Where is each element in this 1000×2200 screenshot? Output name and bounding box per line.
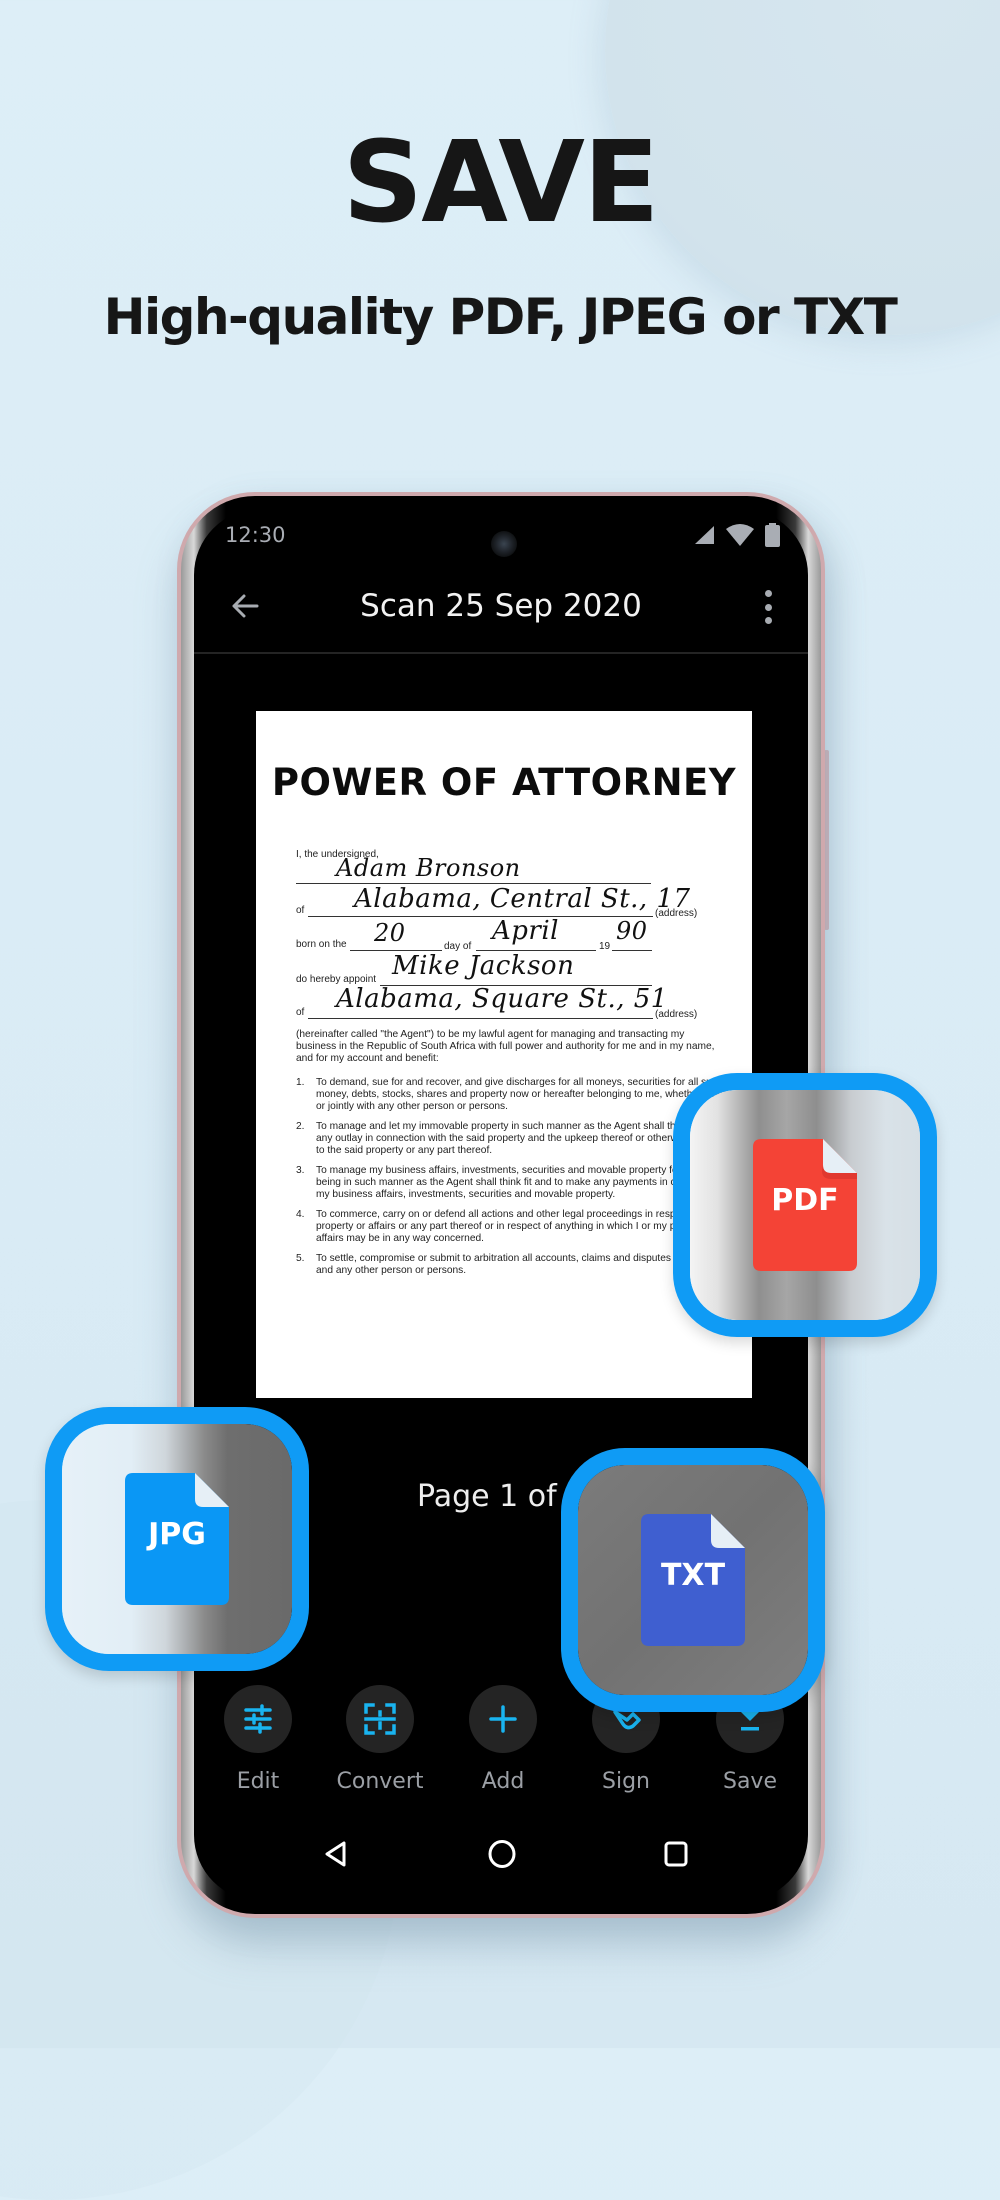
pdf-label: PDF	[771, 1183, 839, 1218]
doc-item-number: 4.	[296, 1209, 305, 1220]
edit-label: Edit	[236, 1769, 280, 1794]
txt-label: TXT	[660, 1558, 726, 1593]
front-camera	[491, 531, 517, 557]
edit-button[interactable]: Edit	[203, 1685, 313, 1794]
more-options-button[interactable]	[764, 590, 772, 624]
document-title: Scan 25 Sep 2020	[360, 588, 642, 624]
more-vertical-icon-dot	[764, 603, 772, 611]
doc-year-prefix: 19	[599, 941, 611, 952]
doc-of-label-2: of	[296, 1007, 305, 1018]
doc-line	[308, 916, 653, 917]
signal-icon	[695, 526, 714, 544]
save-label: Save	[722, 1769, 777, 1794]
plus-icon	[489, 1705, 517, 1733]
battery-icon	[765, 523, 780, 547]
subheadline: High-quality PDF, JPEG or TXT	[103, 288, 898, 346]
nav-recents-icon	[664, 1841, 688, 1867]
more-vertical-icon-dot	[764, 590, 772, 597]
principal-address: Alabama, Central St., 17	[354, 884, 691, 914]
status-icons	[693, 523, 780, 547]
convert-label: Convert	[336, 1769, 424, 1794]
page-indicator: Page 1 of	[417, 1479, 557, 1514]
doc-item-number: 1.	[296, 1077, 305, 1088]
doc-paragraph: (hereinafter called "the Agent") to be m…	[296, 1029, 715, 1064]
agent-name: Mike Jackson	[392, 951, 575, 981]
txt-format-badge[interactable]: TXT	[561, 1448, 825, 1712]
pdf-format-badge[interactable]: PDF	[673, 1073, 937, 1337]
nav-home-button[interactable]	[482, 1834, 522, 1874]
wifi-icon	[726, 524, 754, 546]
convert-button[interactable]: Convert	[325, 1685, 435, 1794]
doc-item-number: 3.	[296, 1165, 305, 1176]
more-vertical-icon-dot	[764, 617, 772, 624]
add-button[interactable]: Add	[448, 1685, 558, 1794]
status-time: 12:30	[225, 523, 286, 547]
convert-circle	[346, 1685, 414, 1753]
add-circle	[469, 1685, 537, 1753]
born-month: April	[492, 916, 559, 946]
born-day: 20	[374, 919, 406, 947]
doc-title: POWER OF ATTORNEY	[271, 761, 737, 804]
doc-line	[612, 950, 652, 951]
edit-circle	[224, 1685, 292, 1753]
nav-recents-button[interactable]	[656, 1834, 696, 1874]
sliders-icon	[244, 1704, 272, 1734]
doc-born-label: born on the	[296, 939, 347, 950]
doc-item-text: To demand, sue for and recover, and give…	[316, 1077, 737, 1112]
jpg-label: JPG	[148, 1517, 206, 1552]
jpg-file-icon: JPG	[125, 1473, 229, 1605]
doc-of-label: of	[296, 905, 305, 916]
agent-address: Alabama, Square St., 51	[336, 984, 668, 1014]
born-year: 90	[616, 917, 648, 945]
doc-line	[308, 1018, 653, 1019]
scan-text-icon	[364, 1703, 396, 1735]
txt-file-icon: TXT	[641, 1514, 745, 1646]
headline: SAVE	[342, 118, 660, 248]
nav-home-icon	[488, 1840, 516, 1868]
add-label: Add	[481, 1769, 525, 1794]
principal-name: Adam Bronson	[336, 854, 521, 882]
nav-back-icon	[325, 1841, 346, 1867]
doc-address-label: (address)	[655, 908, 698, 919]
sign-label: Sign	[602, 1769, 650, 1794]
doc-address-label-2: (address)	[655, 1009, 698, 1020]
pdf-file-icon: PDF	[753, 1139, 857, 1271]
app-toolbar: Scan 25 Sep 2020	[194, 574, 808, 638]
toolbar-divider	[194, 652, 808, 654]
nav-back-button[interactable]	[316, 1834, 356, 1874]
doc-item-number: 2.	[296, 1121, 305, 1132]
jpg-format-badge[interactable]: JPG	[45, 1407, 309, 1671]
system-nav-bar	[194, 1834, 808, 1884]
doc-item: 1. To demand, sue for and recover, and g…	[296, 1077, 741, 1117]
doc-item-number: 5.	[296, 1253, 305, 1264]
